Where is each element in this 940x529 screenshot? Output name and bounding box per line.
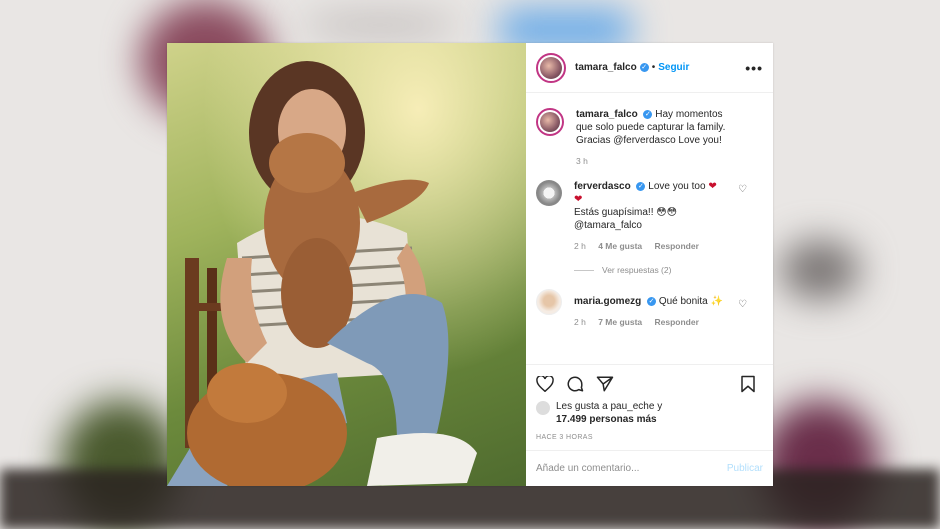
- add-comment-bar: Añade un comentario... Publicar: [526, 450, 773, 486]
- view-replies-link[interactable]: Ver respuestas (2): [574, 265, 763, 275]
- more-options-icon[interactable]: •••: [745, 60, 763, 76]
- comment-like-heart-icon[interactable]: ♡: [738, 184, 747, 195]
- red-heart-icon: ❤: [574, 194, 583, 205]
- replies-line: [574, 269, 594, 271]
- author-avatar[interactable]: [536, 52, 566, 83]
- publish-button[interactable]: Publicar: [727, 463, 763, 474]
- comment-text: Estás guapísima!! 😳😳: [574, 207, 678, 218]
- comment-mention[interactable]: @tamara_falco: [574, 220, 642, 231]
- caption: tamara_falco ✓ Hay momentos que solo pue…: [536, 108, 763, 168]
- post-side-panel: tamara_falco ✓ • Seguir ••• tamara_falco…: [526, 43, 773, 486]
- comment-body: ferverdasco ✓ Love you too ❤ ❤ Estás gua…: [574, 180, 763, 253]
- comment-input[interactable]: Añade un comentario...: [536, 463, 639, 474]
- comments-section: tamara_falco ✓ Hay momentos que solo pue…: [526, 94, 773, 364]
- instagram-post: tamara_falco ✓ • Seguir ••• tamara_falco…: [167, 43, 773, 486]
- bookmark-icon[interactable]: [739, 375, 757, 393]
- comment-text: Qué bonita: [658, 296, 708, 307]
- comment-text: Love you too: [648, 181, 706, 192]
- verified-icon: ✓: [643, 109, 653, 119]
- comment-likes[interactable]: 7 Me gusta: [598, 317, 642, 327]
- post-timestamp: HACE 3 HORAS: [536, 434, 593, 441]
- likes-summary: Les gusta a pau_eche y 17.499 personas m…: [536, 400, 763, 426]
- caption-meta: 3 h: [576, 155, 739, 168]
- reply-button[interactable]: Responder: [655, 317, 699, 327]
- comment-avatar[interactable]: [536, 289, 562, 315]
- likes-line-2[interactable]: 17.499 personas más: [556, 414, 657, 425]
- caption-avatar[interactable]: [536, 108, 564, 136]
- follow-button[interactable]: Seguir: [658, 62, 689, 73]
- verified-icon: ✓: [636, 181, 646, 191]
- comment-meta: 2 h 4 Me gusta Responder: [574, 240, 739, 253]
- bg-blob: [780, 240, 860, 300]
- caption-username[interactable]: tamara_falco: [576, 109, 638, 120]
- comment-body: maria.gomezg ✓ Qué bonita ✨ 2 h 7 Me gus…: [574, 289, 763, 329]
- comment-meta: 2 h 7 Me gusta Responder: [574, 316, 739, 329]
- verified-icon: ✓: [639, 63, 649, 72]
- verified-icon: ✓: [647, 296, 657, 306]
- comment: ferverdasco ✓ Love you too ❤ ❤ Estás gua…: [536, 180, 763, 253]
- heart-icon[interactable]: [536, 375, 554, 393]
- comment: maria.gomezg ✓ Qué bonita ✨ 2 h 7 Me gus…: [536, 289, 763, 329]
- share-icon[interactable]: [596, 375, 614, 393]
- action-icons: [536, 373, 763, 395]
- comment-avatar[interactable]: [536, 180, 562, 206]
- likes-text: Les gusta a pau_eche y 17.499 personas m…: [556, 400, 662, 426]
- separator-dot: •: [651, 62, 656, 73]
- comment-username[interactable]: maria.gomezg: [574, 296, 641, 307]
- post-actions: Les gusta a pau_eche y 17.499 personas m…: [526, 364, 773, 441]
- likes-line-1[interactable]: Les gusta a pau_eche y: [556, 401, 662, 412]
- sparkles-icon: ✨: [710, 296, 723, 307]
- reply-button[interactable]: Responder: [655, 241, 699, 251]
- comment-username[interactable]: ferverdasco: [574, 181, 631, 192]
- comment-time: 2 h: [574, 241, 586, 251]
- caption-time: 3 h: [576, 156, 588, 166]
- comment-like-heart-icon[interactable]: ♡: [738, 299, 747, 310]
- view-replies-text: Ver respuestas (2): [602, 265, 672, 275]
- post-photo[interactable]: [167, 43, 526, 486]
- red-heart-icon: ❤: [708, 181, 717, 192]
- comment-icon[interactable]: [566, 375, 584, 393]
- avatar-image: [540, 112, 560, 132]
- liker-avatar[interactable]: [536, 401, 550, 415]
- comment-likes[interactable]: 4 Me gusta: [598, 241, 642, 251]
- photo-illustration: [167, 43, 526, 486]
- bg-blob: [300, 15, 460, 35]
- avatar-image: [540, 56, 562, 79]
- comment-time: 2 h: [574, 317, 586, 327]
- post-header: tamara_falco ✓ • Seguir •••: [526, 43, 773, 93]
- caption-body: tamara_falco ✓ Hay momentos que solo pue…: [576, 108, 763, 168]
- author-username[interactable]: tamara_falco: [575, 62, 637, 73]
